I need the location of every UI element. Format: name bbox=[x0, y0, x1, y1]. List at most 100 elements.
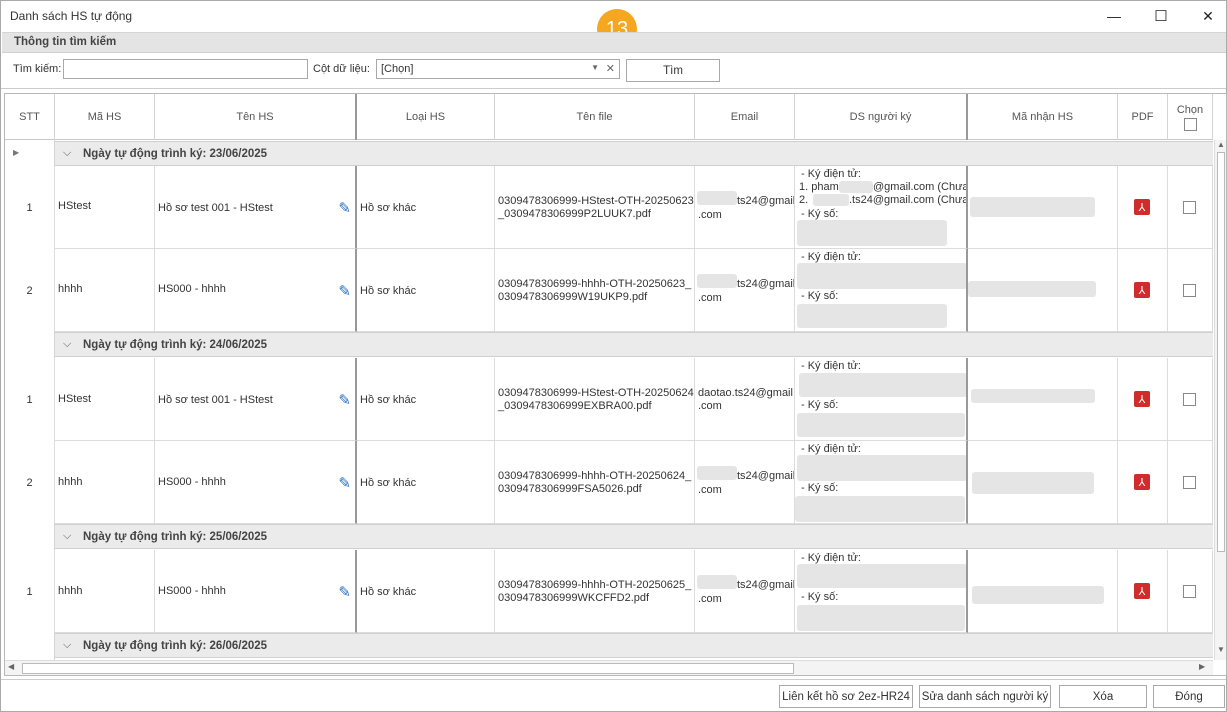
col-ma-nhan-hs[interactable]: Mã nhận HS bbox=[968, 94, 1118, 140]
table-row[interactable]: 1 HStest Hồ sơ test 001 - HStest ✎ Hồ sơ … bbox=[5, 358, 1213, 441]
vertical-scroll-thumb[interactable] bbox=[1217, 152, 1225, 552]
group-title: Ngày tự động trình ký: 26/06/2025 bbox=[83, 640, 268, 652]
signer-1: 1. pham bbox=[799, 181, 839, 193]
delete-button[interactable]: Xóa bbox=[1059, 685, 1147, 708]
cell-ma-nhan bbox=[968, 441, 1118, 524]
vertical-scrollbar[interactable]: ▲ ▼ bbox=[1214, 140, 1226, 660]
cell-signers: - Ký điện tử: - Ký số: bbox=[795, 550, 968, 633]
table-row[interactable]: 1 hhhh HS000 - hhhh ✎ Hồ sơ khác 03094783… bbox=[5, 550, 1213, 633]
row-checkbox[interactable] bbox=[1183, 393, 1196, 406]
col-email[interactable]: Email bbox=[695, 94, 795, 140]
group-header[interactable]: ⌵ Ngày tự động trình ký: 24/06/2025 bbox=[55, 332, 1213, 357]
edit-signers-button[interactable]: Sửa danh sách người ký bbox=[919, 685, 1051, 708]
redacted-block bbox=[971, 389, 1095, 403]
signer-e-label: - Ký điện tử: bbox=[801, 443, 861, 455]
row-checkbox[interactable] bbox=[1183, 585, 1196, 598]
ten-hs-text: HS000 - hhhh bbox=[158, 476, 226, 488]
row-checkbox[interactable] bbox=[1183, 476, 1196, 489]
horizontal-scroll-thumb[interactable] bbox=[22, 663, 794, 674]
col-stt[interactable]: STT bbox=[5, 94, 55, 140]
pdf-icon[interactable]: ⅄ bbox=[1134, 583, 1150, 599]
email-line1: daotao.ts24@gmail bbox=[698, 387, 793, 399]
redacted-block bbox=[797, 220, 947, 246]
edit-pencil-icon[interactable]: ✎ bbox=[338, 474, 351, 492]
pdf-icon[interactable]: ⅄ bbox=[1134, 474, 1150, 490]
close-button[interactable]: Đóng bbox=[1153, 685, 1225, 708]
dialog-window: Danh sách HS tự động — ☐ ✕ 13 Thông tin … bbox=[0, 0, 1227, 712]
maximize-button[interactable]: ☐ bbox=[1138, 1, 1184, 31]
chevron-down-icon[interactable]: ⌵ bbox=[63, 338, 71, 351]
row-checkbox[interactable] bbox=[1183, 201, 1196, 214]
cell-pdf: ⅄ bbox=[1118, 550, 1168, 633]
loai-hs-text: Hồ sơ khác bbox=[360, 394, 417, 406]
cell-ma-hs: HStest bbox=[55, 166, 155, 249]
close-window-button[interactable]: ✕ bbox=[1185, 1, 1227, 31]
cell-email: ts24@gmail .com bbox=[695, 166, 795, 249]
signer-d-label: - Ký số: bbox=[801, 290, 839, 302]
col-chon[interactable]: Chọn bbox=[1168, 94, 1213, 140]
chevron-down-icon[interactable]: ⌵ bbox=[63, 530, 71, 543]
col-ten-file[interactable]: Tên file bbox=[495, 94, 695, 140]
cell-loai-hs: Hồ sơ khác bbox=[357, 441, 495, 524]
dropdown-arrow-icon[interactable]: ▼ bbox=[591, 63, 599, 72]
edit-pencil-icon[interactable]: ✎ bbox=[338, 391, 351, 409]
table-row[interactable]: 2 hhhh HS000 - hhhh ✎ Hồ sơ khác 03094783… bbox=[5, 441, 1213, 524]
col-chon-label: Chọn bbox=[1176, 103, 1204, 116]
email-line1: ts24@gmail bbox=[737, 470, 795, 482]
signer-d-label: - Ký số: bbox=[801, 399, 839, 411]
file-line1: 0309478306999-HStest-OTH-20250623 bbox=[498, 195, 694, 207]
cell-pdf: ⅄ bbox=[1118, 166, 1168, 249]
pdf-icon[interactable]: ⅄ bbox=[1134, 282, 1150, 298]
email-line2: .com bbox=[698, 400, 722, 412]
pdf-icon[interactable]: ⅄ bbox=[1134, 199, 1150, 215]
group-header[interactable]: ⌵ Ngày tự động trình ký: 25/06/2025 bbox=[55, 524, 1213, 549]
table-row[interactable]: 2 hhhh HS000 - hhhh ✎ Hồ sơ khác 03094783… bbox=[5, 249, 1213, 332]
search-input[interactable] bbox=[63, 59, 308, 79]
clear-icon[interactable]: ✕ bbox=[606, 62, 615, 75]
footer-bar: Liên kết hồ sơ 2ez-HR24 Sửa danh sách ng… bbox=[1, 679, 1226, 712]
signer-2: 2. bbox=[799, 194, 809, 206]
cell-loai-hs: Hồ sơ khác bbox=[357, 358, 495, 441]
file-line2: 0309478306999W19UKP9.pdf bbox=[498, 291, 648, 303]
col-loai-hs[interactable]: Loại HS bbox=[357, 94, 495, 140]
scroll-left-icon[interactable]: ◀ bbox=[8, 662, 14, 671]
col-pdf[interactable]: PDF bbox=[1118, 94, 1168, 140]
ma-hs-text: hhhh bbox=[58, 283, 83, 295]
select-all-checkbox[interactable] bbox=[1183, 117, 1197, 131]
redacted-block bbox=[697, 191, 737, 205]
column-select-value: [Chọn] bbox=[381, 63, 414, 75]
table-row[interactable]: 1 HStest Hồ sơ test 001 - HStest ✎ Hồ sơ … bbox=[5, 166, 1213, 249]
edit-pencil-icon[interactable]: ✎ bbox=[338, 282, 351, 300]
cell-ten-file: 0309478306999-HStest-OTH-20250624 _030947… bbox=[495, 358, 695, 441]
scroll-up-icon[interactable]: ▲ bbox=[1217, 140, 1225, 149]
cell-email: ts24@gmail .com bbox=[695, 441, 795, 524]
cell-ma-nhan bbox=[968, 249, 1118, 332]
signer-e-label: - Ký điện tử: bbox=[801, 360, 861, 372]
cell-signers: - Ký điện tử: - Ký số: bbox=[795, 358, 968, 441]
col-ten-hs[interactable]: Tên HS bbox=[155, 94, 357, 140]
minimize-button[interactable]: — bbox=[1091, 1, 1137, 31]
find-button[interactable]: Tìm bbox=[626, 59, 720, 82]
horizontal-scrollbar[interactable]: ◀ ▶ bbox=[5, 660, 1213, 675]
grid-header: STT Mã HS Tên HS Loại HS Tên file Email … bbox=[5, 94, 1213, 140]
row-checkbox[interactable] bbox=[1183, 284, 1196, 297]
signer-e-label: - Ký điện tử: bbox=[801, 168, 861, 180]
file-line1: 0309478306999-HStest-OTH-20250624 bbox=[498, 387, 694, 399]
cell-ma-nhan bbox=[968, 358, 1118, 441]
edit-pencil-icon[interactable]: ✎ bbox=[338, 199, 351, 217]
col-ds-nguoi-ky[interactable]: DS người ký bbox=[795, 94, 968, 140]
cell-ma-nhan bbox=[968, 166, 1118, 249]
edit-pencil-icon[interactable]: ✎ bbox=[338, 583, 351, 601]
link-hr24-button[interactable]: Liên kết hồ sơ 2ez-HR24 bbox=[779, 685, 913, 708]
column-select[interactable]: [Chọn] ▼ ✕ bbox=[376, 59, 620, 79]
scroll-down-icon[interactable]: ▼ bbox=[1217, 645, 1225, 654]
file-line2: 0309478306999WKCFFD2.pdf bbox=[498, 592, 650, 604]
col-ma-hs[interactable]: Mã HS bbox=[55, 94, 155, 140]
group-header[interactable]: ⌵ Ngày tự động trình ký: 23/06/2025 bbox=[55, 141, 1213, 166]
group-header[interactable]: ⌵ Ngày tự động trình ký: 26/06/2025 bbox=[55, 633, 1213, 658]
chevron-down-icon[interactable]: ⌵ bbox=[63, 147, 71, 160]
signer-d-label: - Ký số: bbox=[801, 591, 839, 603]
scroll-right-icon[interactable]: ▶ bbox=[1199, 662, 1205, 671]
pdf-icon[interactable]: ⅄ bbox=[1134, 391, 1150, 407]
chevron-down-icon[interactable]: ⌵ bbox=[63, 639, 71, 652]
